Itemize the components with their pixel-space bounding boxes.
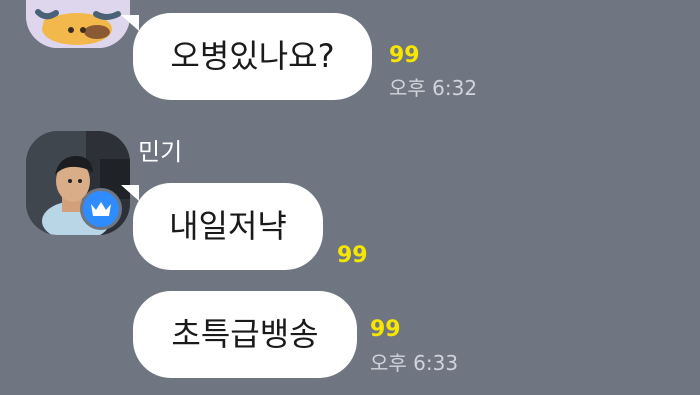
crown-icon bbox=[80, 188, 122, 230]
message-bubble[interactable]: 오병있나요? bbox=[133, 13, 372, 100]
profile-avatar-1[interactable] bbox=[26, 0, 130, 48]
unread-count: 99 bbox=[337, 243, 368, 268]
message-time: 오후 6:33 bbox=[370, 351, 459, 375]
message-bubble[interactable]: 초특급뱅송 bbox=[133, 291, 357, 378]
message-time: 오후 6:32 bbox=[389, 76, 478, 100]
unread-count: 99 bbox=[370, 317, 401, 342]
sender-name: 민기 bbox=[138, 138, 183, 166]
bubble-tail bbox=[121, 185, 139, 201]
message-bubble[interactable]: 내일저냑 bbox=[133, 183, 323, 270]
unread-count: 99 bbox=[389, 43, 420, 68]
bubble-tail bbox=[121, 15, 139, 31]
